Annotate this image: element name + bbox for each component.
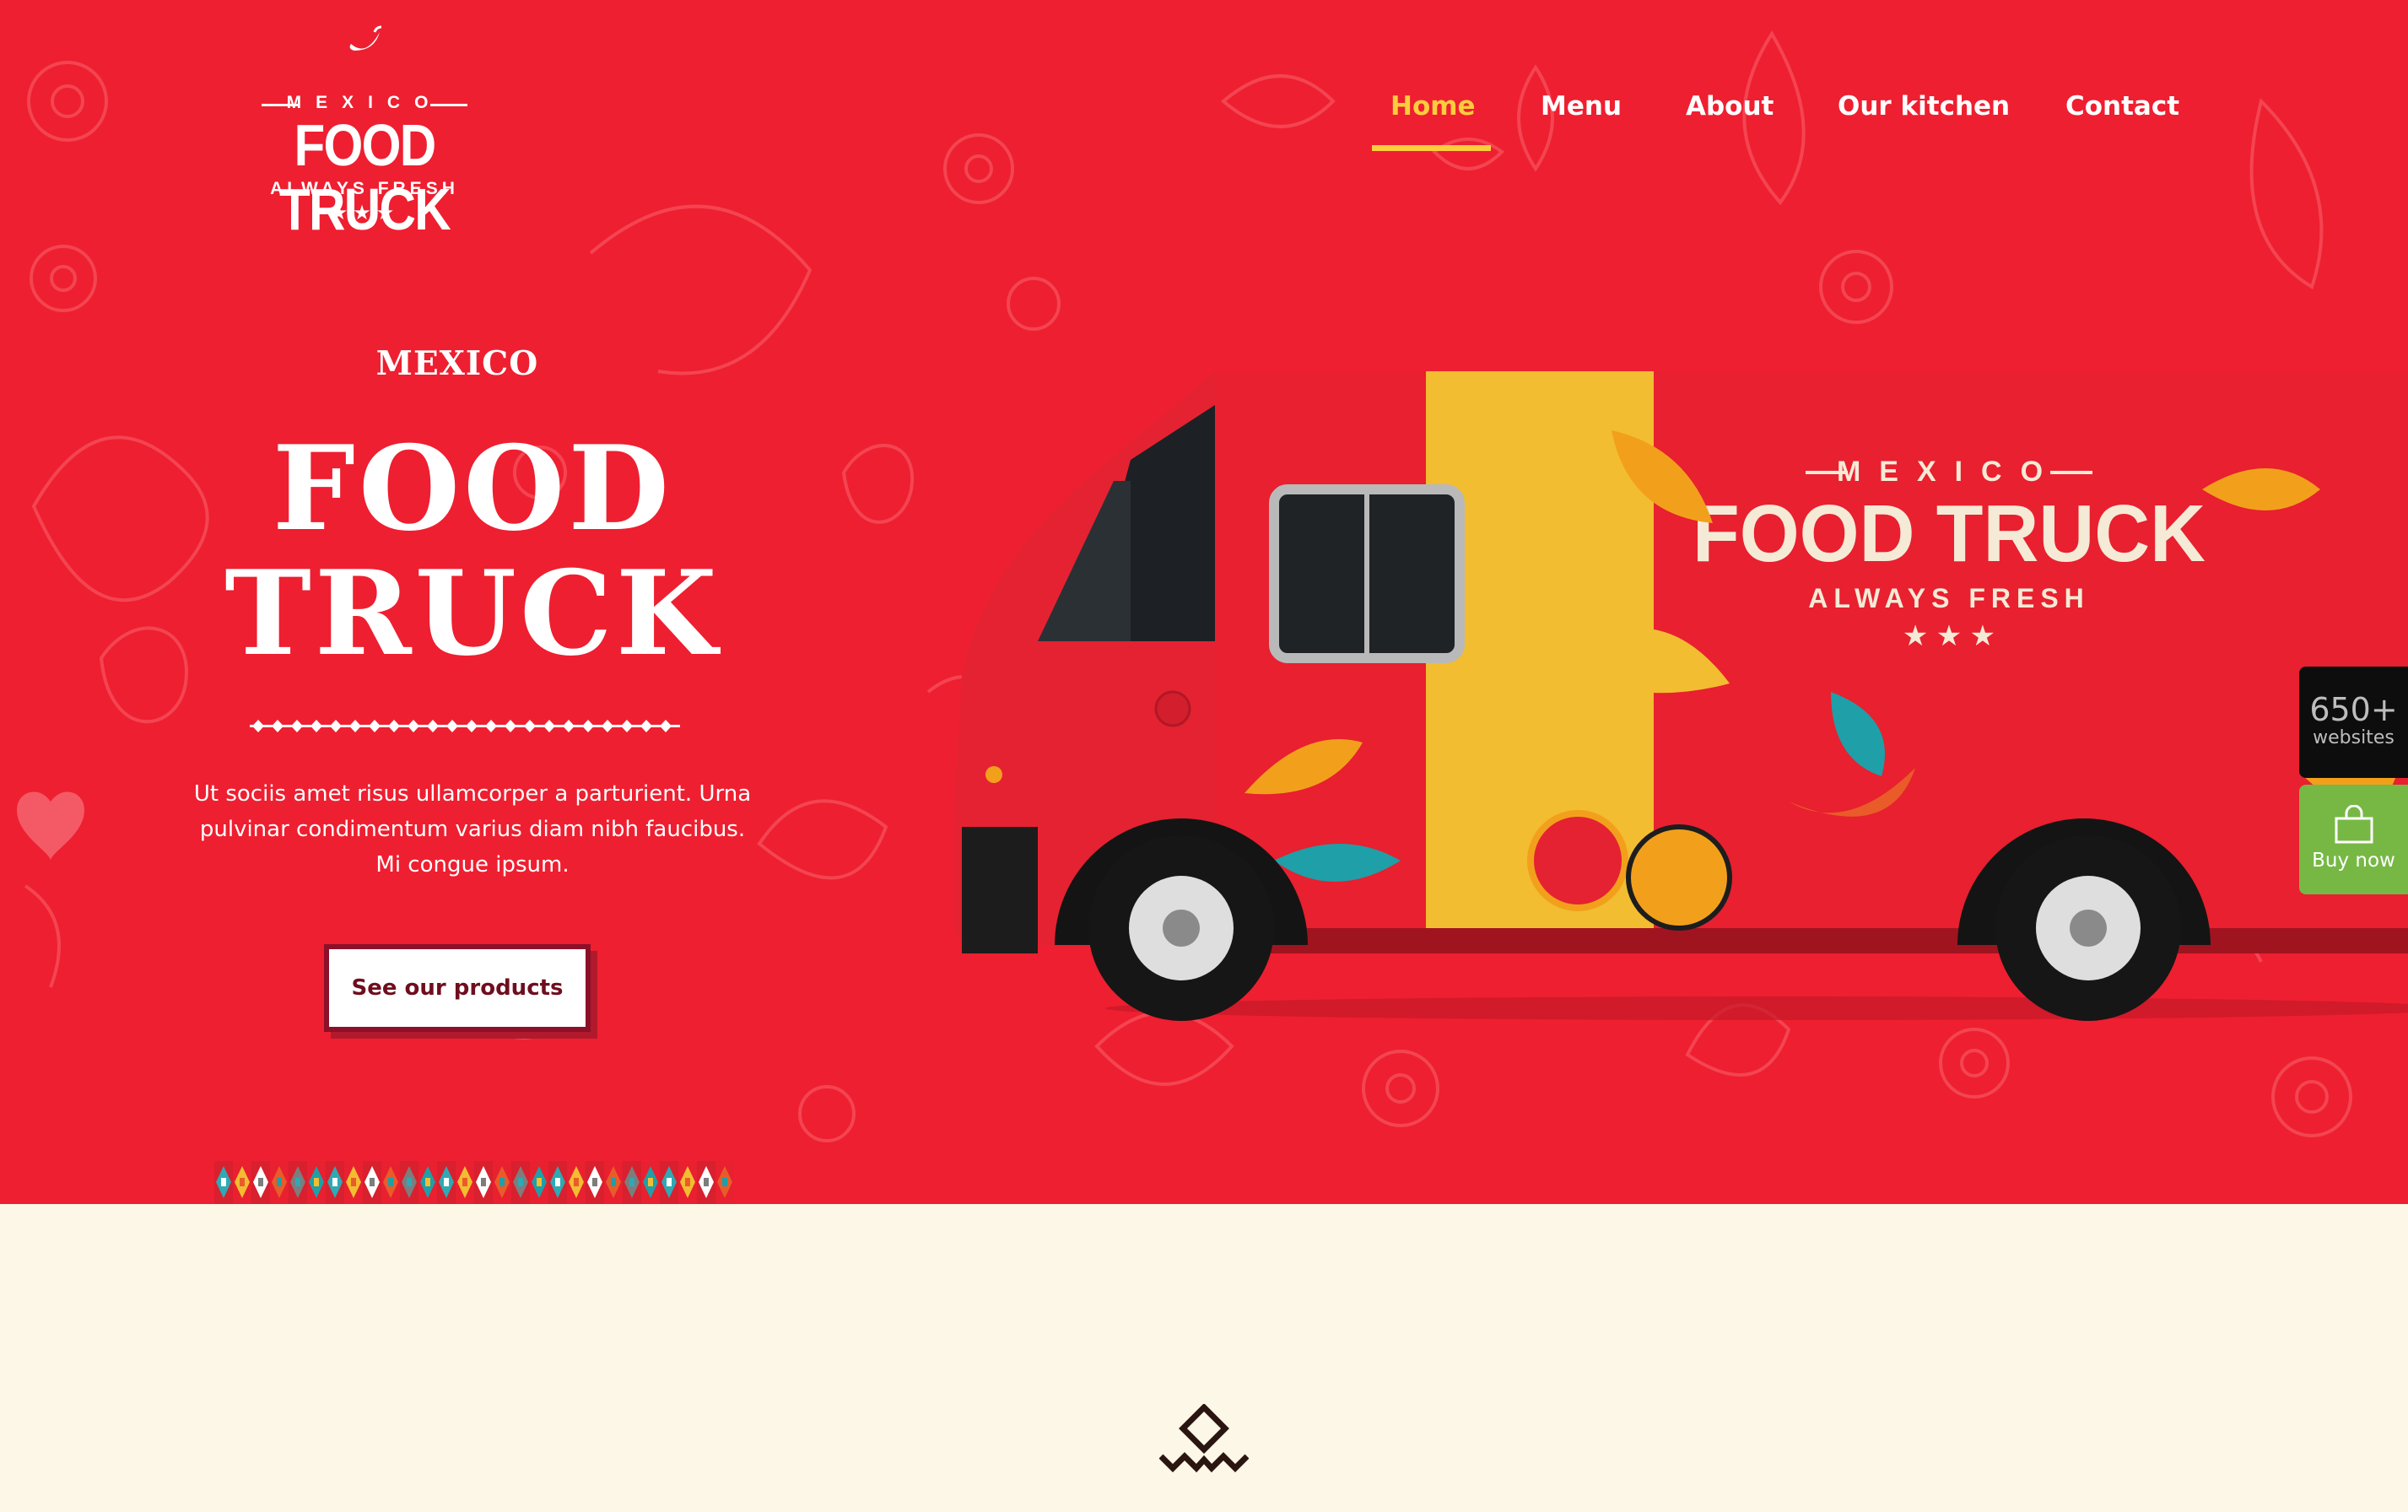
nav-item-menu[interactable]: Menu	[1541, 91, 1622, 122]
shopping-bag-icon	[2335, 804, 2373, 844]
logo-stars: ★★★	[329, 202, 400, 224]
hero-section: MEXICO FOOD TRUCK ALWAYS FRESH ★★★ Home …	[0, 0, 2408, 1204]
nav-item-contact[interactable]: Contact	[2065, 91, 2179, 122]
truck-logo-main: FOOD TRUCK	[1693, 488, 2206, 579]
food-truck-illustration: MEXICO FOOD TRUCK ALWAYS FRESH ★ ★ ★	[953, 371, 2408, 1021]
truck-logo-top: MEXICO	[1837, 456, 2061, 488]
websites-count-widget[interactable]: 650+ websites	[2299, 667, 2408, 778]
websites-count: 650+	[2309, 691, 2398, 728]
decorative-dot-divider	[250, 720, 680, 732]
see-our-products-button[interactable]: See our products	[324, 944, 591, 1032]
truck-logo-sub: ALWAYS FRESH	[1808, 583, 2090, 613]
logo-subtitle: ALWAYS FRESH	[270, 179, 459, 198]
decorative-pattern-strip	[214, 1161, 734, 1204]
hero-title-line-2: TRUCK	[224, 544, 721, 682]
hero-eyebrow: MEXICO	[375, 344, 539, 383]
svg-text:★ ★ ★: ★ ★ ★	[1903, 620, 1995, 652]
buy-now-widget[interactable]: Buy now	[2299, 785, 2408, 894]
buy-now-label: Buy now	[2312, 850, 2395, 872]
nav-item-about[interactable]: About	[1686, 91, 1774, 122]
hero-title: FOOD TRUCK	[152, 426, 793, 676]
aztec-emblem-icon	[1159, 1404, 1249, 1473]
hero-description: Ut sociis amet risus ullamcorper a partu…	[193, 781, 752, 878]
chili-pepper-icon	[349, 25, 382, 51]
nav-item-home[interactable]: Home	[1390, 91, 1476, 122]
brand-logo[interactable]: MEXICO FOOD TRUCK ALWAYS FRESH ★★★	[221, 25, 508, 241]
nav-item-our-kitchen[interactable]: Our kitchen	[1838, 91, 2010, 122]
hero-title-line-1: FOOD	[272, 419, 673, 557]
nav-active-underline	[1372, 145, 1491, 151]
websites-label: websites	[2313, 727, 2395, 748]
